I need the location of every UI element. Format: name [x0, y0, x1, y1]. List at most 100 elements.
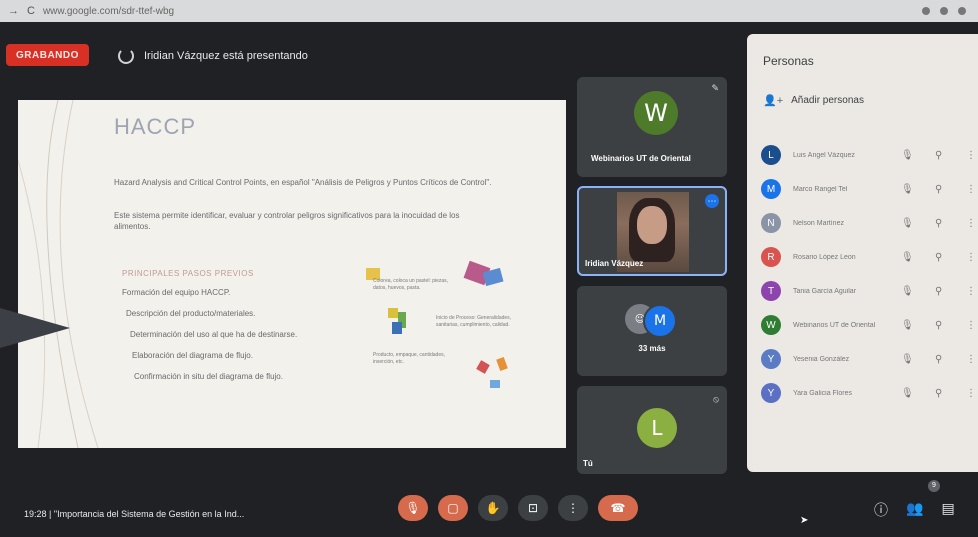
raise-hand-button[interactable]: ✋ — [478, 495, 508, 521]
slide-step: Elaboración del diagrama de flujo. — [132, 351, 253, 360]
presenting-icon — [118, 48, 134, 64]
presentation-slide: HACCP Hazard Analysis and Critical Contr… — [18, 100, 566, 448]
slide-title: HACCP — [114, 114, 197, 139]
pin-icon[interactable]: ⚲ — [935, 150, 942, 161]
participant-row[interactable]: Y Yara Galicia Flores 🎙 ⚲ ⋮ — [761, 376, 976, 410]
avatar: W — [634, 91, 678, 135]
people-icon[interactable]: 👥 — [906, 500, 923, 520]
camera-toggle-button[interactable]: ▢ — [438, 495, 468, 521]
more-vert-icon: ⋮ — [567, 501, 579, 515]
refresh-icon[interactable]: C — [27, 5, 35, 17]
avatar: N — [761, 213, 781, 233]
meeting-time: 19:28 — [24, 509, 47, 519]
participant-tile-more[interactable]: ☺ M 33 más — [577, 286, 727, 376]
hand-icon: ✋ — [485, 501, 501, 515]
info-icon[interactable]: ⓘ — [874, 500, 888, 520]
participant-row[interactable]: N Nelson Martínez 🎙 ⚲ ⋮ — [761, 206, 976, 240]
slide-definition: Hazard Analysis and Critical Control Poi… — [114, 178, 492, 187]
leave-call-button[interactable]: ☎ — [598, 495, 638, 521]
people-panel: Personas 👤+ Añadir personas L Luis Ángel … — [747, 34, 978, 472]
present-button[interactable]: ⊡ — [518, 495, 548, 521]
avatar: Y — [761, 383, 781, 403]
mic-toggle-button[interactable]: 🎙 — [398, 495, 428, 521]
address-bar[interactable]: www.google.com/sdr-ttef-wbg — [43, 6, 174, 17]
participant-name: Tú — [583, 459, 593, 468]
slide-step: Confirmación in situ del diagrama de flu… — [134, 372, 283, 381]
pin-icon[interactable]: ✎ — [711, 83, 719, 94]
pin-icon[interactable]: ⚲ — [935, 286, 942, 297]
mic-off-icon: 🎙 — [901, 387, 914, 399]
participant-row[interactable]: Y Yesenia González 🎙 ⚲ ⋮ — [761, 342, 976, 376]
meeting-controls-bar: 19:28 | "Importancia del Sistema de Gest… — [0, 478, 978, 537]
pin-icon[interactable]: ⚲ — [935, 320, 942, 331]
extension-icon[interactable] — [922, 7, 930, 15]
participant-name: Yesenia González — [793, 355, 850, 363]
slide-arrow-decoration — [0, 308, 70, 348]
more-vert-icon[interactable]: ⋮ — [966, 184, 976, 195]
side-controls: ⓘ 👥 ▤ — [874, 500, 955, 520]
participant-name: Yara Galicia Flores — [793, 389, 853, 397]
slide-steps-list: Formación del equipo HACCP. Descripción … — [122, 288, 297, 393]
more-options-icon[interactable]: ⋯ — [705, 194, 719, 208]
pin-icon[interactable]: ⚲ — [935, 184, 942, 195]
participant-row[interactable]: L Luis Ángel Vázquez 🎙 ⚲ ⋮ — [761, 138, 976, 172]
participant-name: Luis Ángel Vázquez — [793, 151, 855, 159]
presenting-banner: Iridian Vázquez está presentando — [118, 48, 308, 64]
profile-icon[interactable] — [958, 7, 966, 15]
add-people-label: Añadir personas — [791, 95, 864, 106]
mic-off-icon: 🎙 — [405, 501, 421, 515]
participant-tile-iridian[interactable]: ⋯ Iridian Vázquez — [577, 186, 727, 276]
separator: | — [49, 509, 52, 519]
mic-off-icon: ⦸ — [713, 394, 719, 404]
participant-row[interactable]: W Webinarios UT de Oriental 🎙 ⚲ ⋮ — [761, 308, 976, 342]
participant-count-badge: 9 — [928, 480, 940, 492]
participant-name: Webinarios UT de Oriental — [793, 321, 876, 329]
present-icon: ⊡ — [527, 501, 539, 515]
recording-badge: GRABANDO — [6, 44, 89, 66]
mouse-cursor-icon: ➤ — [800, 515, 809, 526]
participant-row[interactable]: M Marco Rangel Tel 🎙 ⚲ ⋮ — [761, 172, 976, 206]
back-arrow-icon[interactable]: → — [8, 5, 19, 17]
participant-name: Webinarios UT de Oriental — [591, 154, 691, 163]
diagram-label: Colorea, coloca un pastel: piezas, datos… — [373, 278, 449, 291]
presenting-text: Iridian Vázquez está presentando — [144, 50, 308, 62]
add-person-icon: 👤+ — [763, 95, 784, 107]
avatar: M — [643, 304, 677, 338]
diagram-label: Inicio de Proceso: Generalidades, sanita… — [436, 315, 512, 328]
extension-icon[interactable] — [940, 7, 948, 15]
participant-name: Nelson Martínez — [793, 219, 844, 227]
avatar: L — [761, 145, 781, 165]
more-vert-icon[interactable]: ⋮ — [966, 286, 976, 297]
more-options-button[interactable]: ⋮ — [558, 495, 588, 521]
pin-icon[interactable]: ⚲ — [935, 252, 942, 263]
pin-icon[interactable]: ⚲ — [935, 218, 942, 229]
avatar: Y — [761, 349, 781, 369]
avatar: T — [761, 281, 781, 301]
mic-off-icon: 🎙 — [901, 353, 914, 365]
slide-definition-2: Este sistema permite identificar, evalua… — [114, 211, 460, 231]
participant-name: Iridian Vázquez — [585, 259, 644, 268]
participant-tile-self[interactable]: L ⦸ Tú — [577, 386, 727, 474]
more-vert-icon[interactable]: ⋮ — [966, 252, 976, 263]
more-vert-icon[interactable]: ⋮ — [966, 150, 976, 161]
participant-name: Rosario López Leon — [793, 253, 856, 261]
chat-icon[interactable]: ▤ — [941, 500, 954, 520]
pin-icon[interactable]: ⚲ — [935, 388, 942, 399]
pin-icon[interactable]: ⚲ — [935, 354, 942, 365]
participants-list: L Luis Ángel Vázquez 🎙 ⚲ ⋮ M Marco Rangel Tel 🎙… — [761, 138, 976, 410]
participant-row[interactable]: R Rosario López Leon 🎙 ⚲ ⋮ — [761, 240, 976, 274]
mic-off-icon: 🎙 — [901, 183, 914, 195]
camera-off-icon: ▢ — [447, 501, 459, 515]
participant-tile-webinarios[interactable]: W ✎ Webinarios UT de Oriental — [577, 77, 727, 177]
participant-row[interactable]: T Tania García Aguilar 🎙 ⚲ ⋮ — [761, 274, 976, 308]
slide-step: Descripción del producto/materiales. — [126, 309, 256, 318]
meeting-info: 19:28 | "Importancia del Sistema de Gest… — [24, 509, 244, 519]
avatar: L — [637, 408, 677, 448]
more-vert-icon[interactable]: ⋮ — [966, 388, 976, 399]
more-vert-icon[interactable]: ⋮ — [966, 320, 976, 331]
more-vert-icon[interactable]: ⋮ — [966, 354, 976, 365]
browser-toolbar: → C www.google.com/sdr-ttef-wbg — [0, 0, 978, 22]
add-people-button[interactable]: 👤+ Añadir personas — [763, 94, 864, 107]
mic-off-icon: 🎙 — [901, 149, 914, 161]
more-vert-icon[interactable]: ⋮ — [966, 218, 976, 229]
